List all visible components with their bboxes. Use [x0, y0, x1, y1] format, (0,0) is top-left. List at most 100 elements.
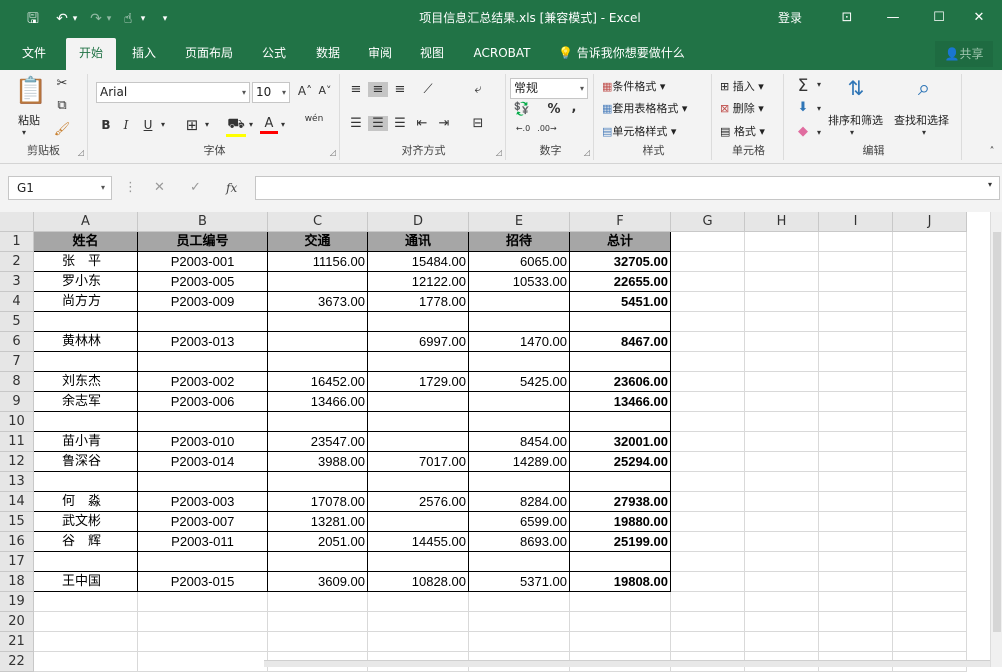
- row-header-7[interactable]: 7: [0, 352, 34, 372]
- decrease-indent-icon[interactable]: ⇤: [412, 116, 432, 131]
- empty-cell[interactable]: [671, 632, 745, 652]
- empty-cell[interactable]: [893, 432, 967, 452]
- empty-cell[interactable]: [819, 492, 893, 512]
- accounting-format-icon[interactable]: 💱: [512, 102, 532, 117]
- row-header-15[interactable]: 15: [0, 512, 34, 532]
- autosum-dropdown-icon[interactable]: ▾: [814, 80, 824, 89]
- table-cell[interactable]: P2003-014: [138, 452, 268, 472]
- table-header-cell[interactable]: 姓名: [34, 232, 138, 252]
- table-cell[interactable]: [469, 472, 570, 492]
- table-cell[interactable]: [138, 472, 268, 492]
- empty-cell[interactable]: [819, 232, 893, 252]
- decrease-decimal-icon[interactable]: .00→: [536, 124, 558, 133]
- empty-cell[interactable]: [671, 552, 745, 572]
- empty-cell[interactable]: [34, 592, 138, 612]
- align-center-icon[interactable]: ☰: [368, 116, 388, 131]
- cell-styles-button[interactable]: ▤单元格样式 ▾: [602, 123, 676, 139]
- fill-dropdown-icon[interactable]: ▾: [246, 120, 256, 129]
- paste-icon[interactable]: 📋: [14, 76, 48, 106]
- column-header-a[interactable]: A: [34, 212, 138, 232]
- table-cell[interactable]: [268, 412, 368, 432]
- bold-button[interactable]: B: [98, 118, 114, 132]
- empty-cell[interactable]: [745, 252, 819, 272]
- table-cell[interactable]: 14289.00: [469, 452, 570, 472]
- table-cell[interactable]: [268, 332, 368, 352]
- shrink-font-icon[interactable]: A˅: [316, 84, 334, 97]
- empty-cell[interactable]: [893, 252, 967, 272]
- empty-cell[interactable]: [893, 492, 967, 512]
- empty-cell[interactable]: [745, 472, 819, 492]
- table-cell[interactable]: [268, 312, 368, 332]
- table-cell[interactable]: [34, 312, 138, 332]
- empty-cell[interactable]: [469, 612, 570, 632]
- tell-me-box[interactable]: 💡 告诉我你想要做什么: [558, 38, 685, 68]
- empty-cell[interactable]: [745, 292, 819, 312]
- table-cell[interactable]: P2003-011: [138, 532, 268, 552]
- clipboard-launcher-icon[interactable]: ◿: [78, 148, 84, 157]
- empty-cell[interactable]: [819, 472, 893, 492]
- sort-dropdown-icon[interactable]: ▾: [850, 128, 854, 137]
- empty-cell[interactable]: [671, 472, 745, 492]
- wrap-text-icon[interactable]: ⤶: [468, 82, 488, 97]
- save-icon[interactable]: 🖫: [22, 8, 44, 30]
- table-cell[interactable]: 余志军: [34, 392, 138, 412]
- sort-filter-icon[interactable]: ⇅: [838, 76, 874, 100]
- underline-button[interactable]: U: [140, 118, 156, 132]
- column-header-i[interactable]: I: [819, 212, 893, 232]
- table-cell[interactable]: 17078.00: [268, 492, 368, 512]
- empty-cell[interactable]: [671, 512, 745, 532]
- empty-cell[interactable]: [745, 372, 819, 392]
- empty-cell[interactable]: [893, 572, 967, 592]
- row-header-17[interactable]: 17: [0, 552, 34, 572]
- table-cell[interactable]: 32001.00: [570, 432, 671, 452]
- table-cell[interactable]: [368, 352, 469, 372]
- table-cell[interactable]: 张 平: [34, 252, 138, 272]
- borders-dropdown-icon[interactable]: ▾: [202, 120, 212, 129]
- column-header-f[interactable]: F: [570, 212, 671, 232]
- table-cell[interactable]: [469, 312, 570, 332]
- empty-cell[interactable]: [819, 332, 893, 352]
- table-cell[interactable]: 7017.00: [368, 452, 469, 472]
- table-cell[interactable]: 8454.00: [469, 432, 570, 452]
- cancel-icon[interactable]: ✕: [154, 176, 165, 200]
- empty-cell[interactable]: [893, 412, 967, 432]
- table-cell[interactable]: 刘东杰: [34, 372, 138, 392]
- table-cell[interactable]: 27938.00: [570, 492, 671, 512]
- empty-cell[interactable]: [671, 332, 745, 352]
- empty-cell[interactable]: [671, 492, 745, 512]
- empty-cell[interactable]: [34, 652, 138, 672]
- table-cell[interactable]: [368, 312, 469, 332]
- tab-review[interactable]: 审阅: [358, 38, 402, 70]
- table-cell[interactable]: 16452.00: [268, 372, 368, 392]
- font-launcher-icon[interactable]: ◿: [330, 148, 336, 157]
- empty-cell[interactable]: [819, 252, 893, 272]
- format-painter-icon[interactable]: 🖌: [52, 122, 72, 137]
- comma-style-button[interactable]: ,: [568, 100, 580, 115]
- number-launcher-icon[interactable]: ◿: [584, 148, 590, 157]
- empty-cell[interactable]: [745, 272, 819, 292]
- column-header-e[interactable]: E: [469, 212, 570, 232]
- row-header-8[interactable]: 8: [0, 372, 34, 392]
- empty-cell[interactable]: [819, 592, 893, 612]
- align-right-icon[interactable]: ☰: [390, 116, 410, 131]
- empty-cell[interactable]: [893, 632, 967, 652]
- paste-label[interactable]: 粘贴: [18, 112, 40, 128]
- table-cell[interactable]: 谷 辉: [34, 532, 138, 552]
- select-all-corner[interactable]: [0, 212, 34, 232]
- percent-style-button[interactable]: %: [546, 102, 562, 117]
- table-cell[interactable]: 1729.00: [368, 372, 469, 392]
- row-header-6[interactable]: 6: [0, 332, 34, 352]
- tab-formulas[interactable]: 公式: [252, 38, 296, 70]
- row-header-21[interactable]: 21: [0, 632, 34, 652]
- empty-cell[interactable]: [893, 312, 967, 332]
- clear-dropdown-icon[interactable]: ▾: [814, 128, 824, 137]
- empty-cell[interactable]: [819, 292, 893, 312]
- autosum-icon[interactable]: Σ: [792, 76, 814, 96]
- empty-cell[interactable]: [671, 372, 745, 392]
- table-cell[interactable]: 22655.00: [570, 272, 671, 292]
- table-header-cell[interactable]: 通讯: [368, 232, 469, 252]
- empty-cell[interactable]: [671, 292, 745, 312]
- find-dropdown-icon[interactable]: ▾: [922, 128, 926, 137]
- font-color-icon[interactable]: A: [260, 116, 278, 134]
- table-cell[interactable]: 14455.00: [368, 532, 469, 552]
